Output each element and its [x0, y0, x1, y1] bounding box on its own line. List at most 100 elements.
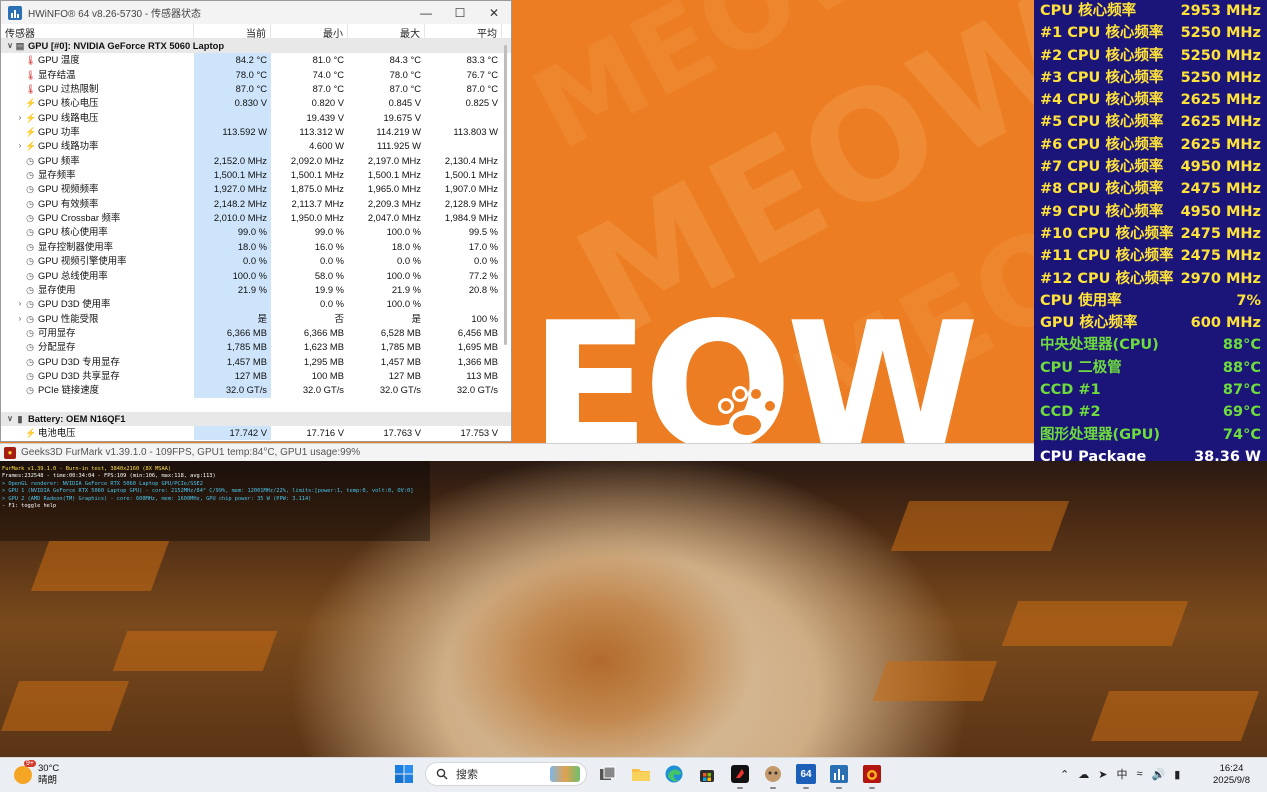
sensor-group-row[interactable]: ∨ ▮ Battery: OEM N16QF1 [1, 411, 511, 426]
sensor-row[interactable]: › ⚡ GPU 线路电压 19.439 V 19.675 V [1, 110, 511, 126]
sensor-avg: 76.7 °C [466, 68, 498, 80]
hwinfo-titlebar[interactable]: HWiNFO® 64 v8.26-5730 - 传感器状态 — ☐ ✕ [1, 1, 511, 24]
sensor-row[interactable]: ⚡ GPU 核心电压 0.830 V 0.820 V 0.845 V 0.825 V [1, 96, 511, 111]
volume-icon[interactable]: 🔊 [1151, 768, 1165, 781]
sensor-row[interactable]: ◷ GPU 有效频率 2,148.2 MHz 2,113.7 MHz 2,209.3 M… [1, 196, 511, 212]
file-explorer-button[interactable] [629, 761, 653, 787]
sensor-row[interactable]: › ⚡ GPU 线路功率 4.600 W 111.925 W [1, 139, 511, 154]
sensor-row[interactable]: ◷ GPU 视频频率 1,927.0 MHz 1,875.0 MHz 1,965.0 M… [1, 182, 511, 197]
sensor-min: 87.0 °C [312, 83, 344, 95]
osd-row: #9 CPU 核心频率 4950 MHz [1034, 201, 1267, 223]
collapse-chevron-icon[interactable]: ∨ [5, 39, 15, 53]
osd-row: #12 CPU 核心频率 2970 MHz [1034, 268, 1267, 290]
collapse-chevron-icon[interactable]: ∨ [5, 412, 15, 426]
sensor-row[interactable]: ◷ GPU 核心使用率 99.0 % 99.0 % 100.0 % 99.5 % [1, 225, 511, 240]
clock-icon: ◷ [26, 198, 34, 209]
taskbar-clock[interactable]: 16:24 2025/9/8 [1213, 763, 1250, 787]
sensor-avg: 87.0 °C [466, 83, 498, 95]
column-header-sensor[interactable]: 传感器 [1, 24, 194, 40]
clock-icon: ◷ [26, 356, 34, 367]
search-placeholder: 搜索 [456, 769, 478, 781]
sensor-row[interactable]: ◷ GPU D3D 专用显存 1,457 MB 1,295 MB 1,457 MB 1,3… [1, 354, 511, 369]
clock-icon: ◷ [26, 327, 34, 338]
sensor-row[interactable]: ◷ PCIe 链接速度 32.0 GT/s 32.0 GT/s 32.0 GT/s 32.… [1, 383, 511, 398]
render-tile [0, 681, 130, 731]
sensor-current: 113.592 W [194, 125, 271, 140]
store-icon [700, 770, 714, 782]
clock-date: 2025/9/8 [1213, 775, 1250, 786]
sensor-max: 21.9 % [391, 283, 421, 295]
osd-row: #11 CPU 核心频率 2475 MHz [1034, 245, 1267, 267]
render-tile [30, 541, 170, 591]
osd-value: 2475 MHz [1180, 225, 1261, 242]
start-button[interactable] [392, 761, 416, 787]
sensor-min: 2,092.0 MHz [290, 154, 344, 166]
sensor-name: GPU 过热限制 [38, 83, 99, 95]
sensor-row[interactable]: ◷ GPU 频率 2,152.0 MHz 2,092.0 MHz 2,197.0 MHz… [1, 153, 511, 169]
expand-chevron-icon[interactable]: › [15, 297, 25, 311]
app-button-black[interactable] [728, 761, 752, 789]
close-button[interactable]: ✕ [477, 1, 511, 24]
expand-chevron-icon[interactable]: › [15, 312, 25, 326]
furmark-taskbar-button[interactable] [860, 761, 884, 789]
aida64-button[interactable]: 64 [794, 761, 818, 789]
sensor-row[interactable]: ◷ GPU Crossbar 频率 2,010.0 MHz 1,950.0 MHz 2,… [1, 211, 511, 226]
sensor-row[interactable]: ⚡ 电池电压 17.742 V 17.716 V 17.763 V 17.753 V [1, 425, 511, 441]
furmark-titlebar[interactable]: ● Geeks3D FurMark v1.39.1.0 - 109FPS, GP… [0, 443, 1034, 461]
minimize-button[interactable]: — [409, 1, 443, 24]
sensor-row[interactable]: 🌡 GPU 过热限制 87.0 °C 87.0 °C 87.0 °C 87.0 °C [1, 82, 511, 97]
maximize-button[interactable]: ☐ [443, 1, 477, 24]
app-button-character[interactable] [761, 761, 785, 789]
sensor-row[interactable]: 🌡 GPU 温度 84.2 °C 81.0 °C 84.3 °C 83.3 °C [1, 53, 511, 68]
sensor-row[interactable]: ◷ 显存使用 21.9 % 19.9 % 21.9 % 20.8 % [1, 282, 511, 298]
sensor-row[interactable]: ◷ GPU 视频引擎使用率 0.0 % 0.0 % 0.0 % 0.0 % [1, 254, 511, 269]
sensor-row[interactable]: › ◷ GPU 性能受限 是 否 是 100 % [1, 311, 511, 326]
store-button[interactable] [695, 761, 719, 787]
edge-button[interactable] [662, 761, 686, 787]
sensor-row[interactable]: 🌡 显存结温 78.0 °C 74.0 °C 78.0 °C 76.7 °C [1, 67, 511, 83]
sensor-row[interactable]: ◷ 分配显存 1,785 MB 1,623 MB 1,785 MB 1,695 MB [1, 340, 511, 355]
sensor-row[interactable]: ◷ 显存控制器使用率 18.0 % 16.0 % 18.0 % 17.0 % [1, 239, 511, 255]
scrollbar[interactable] [504, 41, 508, 436]
sensor-name: GPU 温度 [38, 54, 80, 66]
sensor-row[interactable]: ◷ GPU D3D 共享显存 127 MB 100 MB 127 MB 113 MB [1, 368, 511, 384]
expand-chevron-icon[interactable]: › [15, 139, 25, 153]
sensor-row[interactable]: › ◷ GPU D3D 使用率 0.0 % 100.0 % [1, 297, 511, 312]
wifi-icon[interactable]: ≈ [1136, 768, 1142, 780]
sensor-name: PCIe 链接速度 [38, 384, 99, 396]
column-header-max[interactable]: 最大 [348, 24, 425, 40]
sensor-name: 显存结温 [38, 68, 76, 80]
task-view-button[interactable] [596, 761, 620, 787]
notification-badge: 9+ [24, 760, 36, 767]
hwinfo-taskbar-button[interactable] [827, 761, 851, 789]
sensor-min: 100 MB [311, 369, 344, 381]
clock-icon: ◷ [26, 299, 34, 310]
sensor-min: 19.9 % [314, 283, 344, 295]
clock-icon: ◷ [26, 313, 34, 324]
sensor-row[interactable]: ◷ 可用显存 6,366 MB 6,366 MB 6,528 MB 6,456 MB [1, 325, 511, 341]
sensor-row[interactable]: ◷ 显存频率 1,500.1 MHz 1,500.1 MHz 1,500.1 MHz 1,… [1, 168, 511, 183]
column-header-min[interactable]: 最小 [271, 24, 348, 40]
expand-chevron-icon[interactable]: › [15, 111, 25, 125]
chevron-up-icon[interactable]: ⌃ [1060, 768, 1069, 781]
sensor-min: 否 [334, 312, 344, 324]
osd-value: 74°C [1222, 426, 1261, 443]
ime-indicator[interactable]: 中 [1116, 766, 1127, 782]
sensor-row[interactable]: ◷ GPU 总线使用率 100.0 % 58.0 % 100.0 % 77.2 % [1, 268, 511, 283]
sensor-row[interactable]: ⚡ GPU 功率 113.592 W 113.312 W 114.219 W 113.80… [1, 125, 511, 140]
osd-label: #8 CPU 核心频率 [1040, 181, 1164, 198]
scrollbar-thumb[interactable] [504, 45, 507, 345]
taskbar-search-box[interactable]: 搜索 [425, 762, 587, 786]
sensor-min: 1,295 MB [303, 355, 344, 367]
column-header-current[interactable]: 当前 [194, 24, 271, 40]
weather-widget[interactable]: 9+ 30°C 晴朗 [14, 760, 59, 787]
sensor-min: 1,950.0 MHz [290, 212, 344, 224]
sensor-group-row[interactable]: ∨ ▤ GPU [#0]: NVIDIA GeForce RTX 5060 Lapt… [1, 39, 511, 54]
sensor-min: 0.0 % [320, 255, 344, 267]
sensor-avg: 99.5 % [468, 226, 498, 238]
battery-icon[interactable]: ▮ [1174, 768, 1180, 781]
network-disconnected-icon[interactable]: ☁ [1078, 768, 1089, 781]
clock-icon: ◷ [26, 270, 34, 281]
column-header-avg[interactable]: 平均 [425, 24, 502, 40]
send-icon[interactable]: ➤ [1098, 768, 1107, 781]
